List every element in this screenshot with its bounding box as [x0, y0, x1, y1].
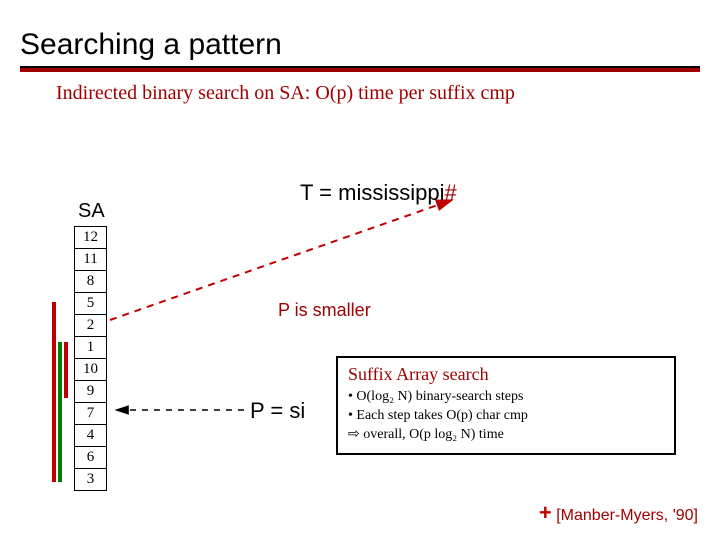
sa-cell: 6 [75, 447, 107, 469]
p-smaller-label: P is smaller [278, 300, 371, 321]
suffix-box-line: Each step takes O(p) char cmp [348, 407, 664, 426]
page-title: Searching a pattern [20, 28, 700, 62]
subtitle: Indirected binary search on SA: O(p) tim… [56, 82, 700, 105]
suffix-box-heading: Suffix Array search [348, 364, 664, 385]
suffix-box-overall: overall, O(p log₂ N) time [348, 426, 664, 445]
citation-text: [Manber-Myers, '90] [552, 507, 698, 524]
sa-cell: 8 [75, 271, 107, 293]
sa-cell: 5 [75, 293, 107, 315]
t-string: T = mississippi# [300, 180, 457, 206]
range-bar-inner [64, 342, 68, 398]
sa-table: 12 11 8 5 2 1 10 9 7 4 6 3 [74, 226, 107, 491]
sa-cell: 2 [75, 315, 107, 337]
p-equals-label: P = si [250, 398, 305, 424]
sa-cell: 4 [75, 425, 107, 447]
range-bar-outer [52, 302, 56, 482]
sa-cell: 9 [75, 381, 107, 403]
sa-cell: 10 [75, 359, 107, 381]
range-bar-mid [58, 342, 62, 482]
t-terminator: # [444, 180, 456, 205]
sa-cell: 7 [75, 403, 107, 425]
sa-cell: 1 [75, 337, 107, 359]
plus-icon: + [539, 500, 552, 525]
sa-cell: 3 [75, 469, 107, 491]
sa-cell: 12 [75, 227, 107, 249]
sa-label: SA [78, 200, 105, 223]
sa-cell: 11 [75, 249, 107, 271]
t-text: T = mississippi [300, 180, 444, 205]
citation: + [Manber-Myers, '90] [539, 500, 698, 526]
suffix-array-box: Suffix Array search O(log₂ N) binary-sea… [336, 356, 676, 455]
title-divider [20, 66, 700, 72]
suffix-box-line: O(log₂ N) binary-search steps [348, 388, 664, 407]
